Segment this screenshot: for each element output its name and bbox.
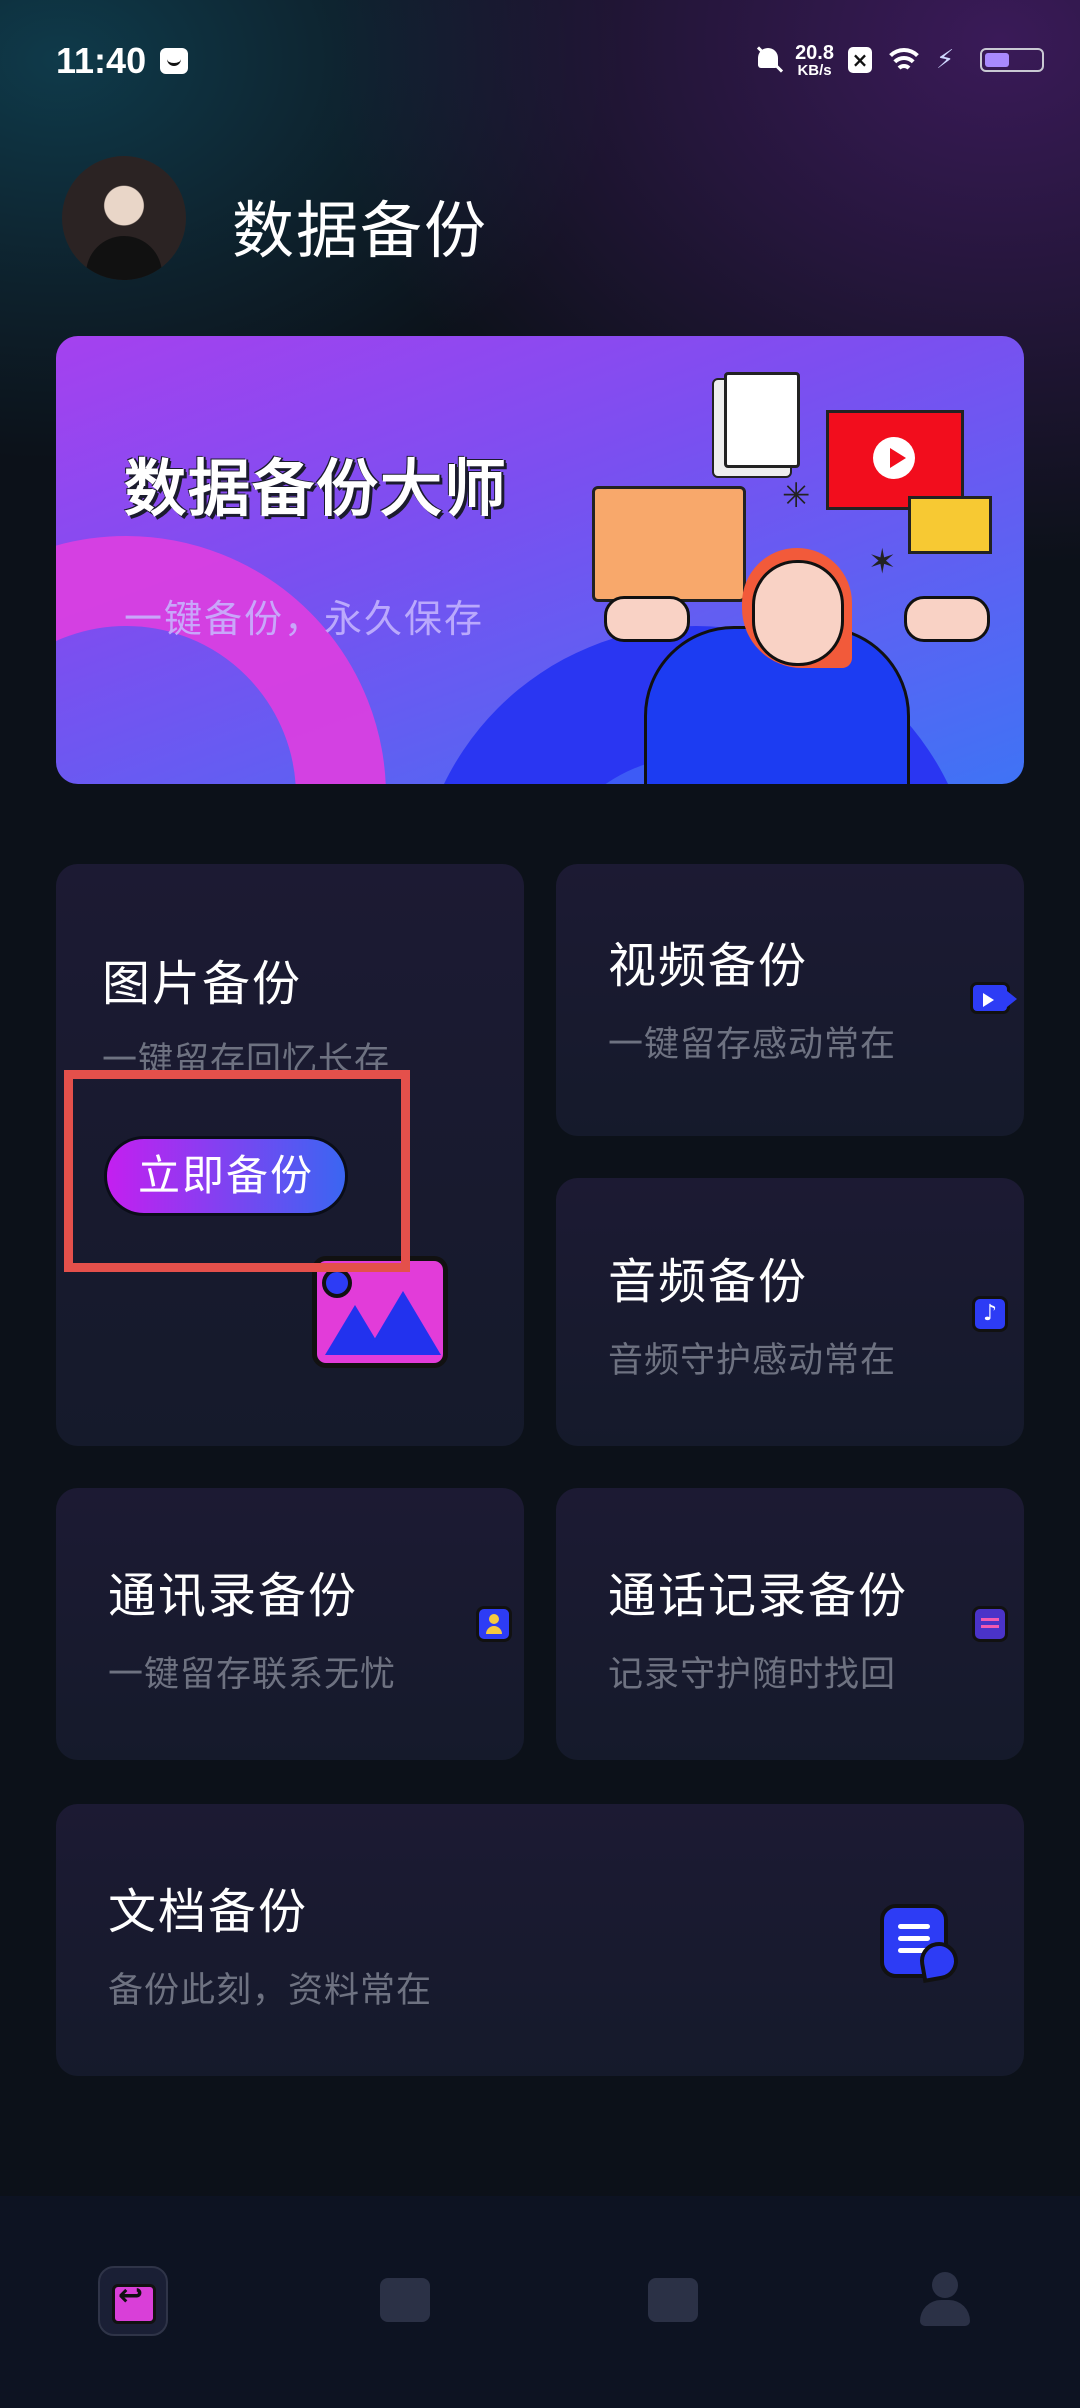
card-title: 音频备份 [608,1254,809,1310]
face-illustration [752,560,844,666]
documents-illustration [724,372,800,468]
status-icons: 20.8 KB/s × ⚡ [755,38,1044,82]
bell-muted-icon [755,46,781,74]
highlight-box [64,1070,410,1272]
card-subtitle: 音频守护感动常在 [608,1341,897,1381]
document-edit-icon [880,1904,948,1978]
card-title: 通话记录备份 [608,1568,909,1624]
card-video-backup[interactable]: 视频备份 一键留存感动常在 [556,864,1024,1136]
bottom-nav [0,2196,1080,2408]
net-speed: 20.8 KB/s [795,43,834,78]
contact-icon [476,1606,512,1642]
page-title: 数据备份 [232,194,489,267]
battery-fill [985,53,1010,67]
video-camera-icon [970,982,1017,1014]
video-play-illustration [826,410,964,510]
banner-decor-ring [56,536,386,784]
clipboard-icon [972,1606,1008,1642]
backup-nav-icon[interactable] [98,2266,168,2336]
wifi-icon [886,46,922,74]
image-icon-sun [322,1268,352,1298]
status-time: 11:40 [56,40,147,81]
card-docs-backup[interactable]: 文档备份 备份此刻，资料常在 [56,1804,1024,2076]
profile-nav-icon[interactable] [910,2266,980,2336]
banner-subtitle: 一键备份，永久保存 [124,597,485,641]
battery-icon [980,48,1044,72]
close-box-icon: × [848,47,872,73]
mail-illustration [908,496,992,554]
avatar[interactable] [62,156,186,280]
card-title: 图片备份 [102,956,303,1012]
card-contacts-backup[interactable]: 通讯录备份 一键留存联系无忧 [56,1488,524,1760]
banner-title: 数据备份大师 [124,452,509,525]
book-nav-icon[interactable] [370,2266,440,2336]
sparkle-icon: ✳ [782,476,811,516]
hand-illustration [904,596,990,642]
status-bar: 11:40 20.8 KB/s × ⚡ [0,0,1080,120]
music-note-icon: ♪ [972,1296,1008,1332]
card-subtitle: 一键留存联系无忧 [108,1655,397,1695]
card-subtitle: 记录守护随时找回 [608,1655,897,1695]
camera-nav-icon[interactable] [638,2266,708,2336]
card-subtitle: 备份此刻，资料常在 [108,1971,433,2011]
card-title: 通讯录备份 [108,1568,359,1624]
flash-icon: ⚡ [936,45,955,75]
card-calls-backup[interactable]: 通话记录备份 记录守护随时找回 [556,1488,1024,1760]
card-title: 文档备份 [108,1884,309,1940]
net-speed-value: 20.8 [795,41,834,64]
sparkle-icon: ✶ [868,542,897,582]
net-speed-unit: KB/s [797,61,832,79]
card-audio-backup[interactable]: 音频备份 音频守护感动常在 ♪ [556,1178,1024,1446]
promo-banner[interactable]: 数据备份大师 一键备份，永久保存 ✳ ✶ [56,336,1024,784]
card-title: 视频备份 [608,938,809,994]
hand-illustration [604,596,690,642]
message-icon [160,48,188,74]
card-subtitle: 一键留存感动常在 [608,1025,897,1065]
folder-illustration [592,486,746,602]
